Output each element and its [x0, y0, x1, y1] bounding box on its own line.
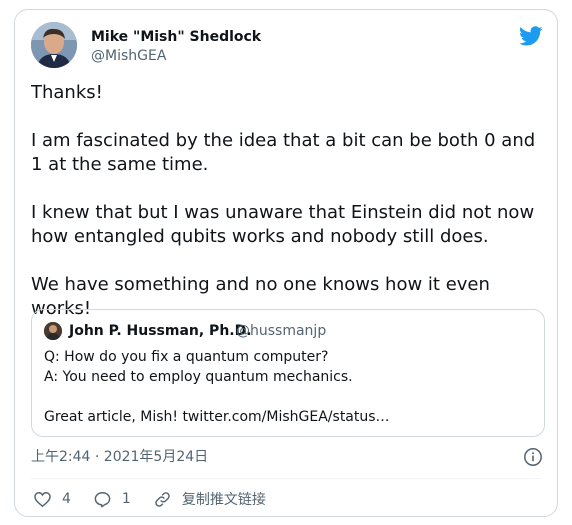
link-icon	[155, 491, 170, 507]
heart-icon	[34, 491, 51, 507]
twitter-bird-icon[interactable]	[519, 24, 543, 48]
quoted-author-name: John P. Hussman, Ph.D.	[69, 323, 252, 339]
tweet-paragraph: I knew that but I was unaware that Einst…	[31, 202, 535, 247]
tweet-timestamp[interactable]: 上午2:44 · 2021年5月24日	[31, 448, 208, 466]
reply-button[interactable]: 1	[93, 490, 131, 509]
reply-count: 1	[121, 491, 131, 507]
tweet-paragraph: Thanks!	[31, 82, 103, 103]
quoted-tweet[interactable]: John P. Hussman, Ph.D. @hussmanjp Q: How…	[31, 309, 545, 437]
info-icon[interactable]	[523, 447, 543, 467]
quoted-tweet-text: Q: How do you fix a quantum computer? A:…	[44, 347, 534, 427]
quoted-author-avatar	[44, 322, 62, 340]
action-bar: 4 1 复制推文链接	[33, 488, 266, 510]
tweet-text: Thanks! I am fascinated by the idea that…	[31, 81, 546, 345]
tweet-card[interactable]: Mike "Mish" Shedlock @MishGEA Thanks! I …	[14, 9, 558, 517]
author-avatar[interactable]	[31, 22, 77, 68]
like-button[interactable]: 4	[33, 490, 71, 509]
divider	[31, 478, 541, 479]
author-name[interactable]: Mike "Mish" Shedlock	[91, 28, 261, 46]
quoted-line: A: You need to employ quantum mechanics.	[44, 369, 353, 385]
copy-link-button[interactable]: 复制推文链接	[153, 489, 266, 509]
author-handle[interactable]: @MishGEA	[91, 47, 261, 65]
quoted-author-handle: @hussmanjp	[236, 323, 327, 339]
quoted-line: Great article, Mish! twitter.com/MishGEA…	[44, 409, 390, 425]
reply-icon	[94, 491, 111, 507]
copy-link-label: 复制推文链接	[181, 492, 266, 508]
tweet-paragraph: I am fascinated by the idea that a bit c…	[31, 130, 536, 175]
quoted-line: Q: How do you fix a quantum computer?	[44, 349, 329, 365]
quoted-line	[44, 387, 534, 407]
like-count: 4	[62, 491, 71, 507]
